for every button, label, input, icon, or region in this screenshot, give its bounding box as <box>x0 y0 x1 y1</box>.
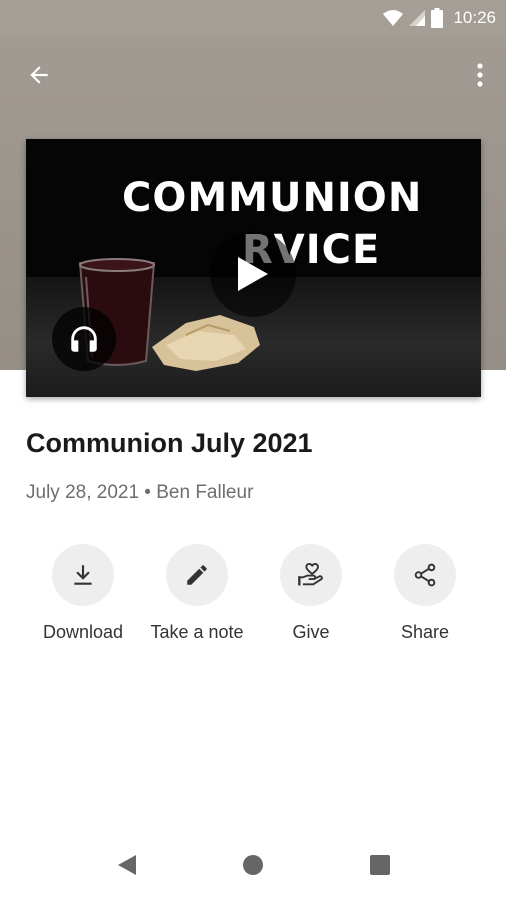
cellular-signal-icon <box>409 10 426 26</box>
artwork-title-line1: COMMUNION <box>122 175 423 221</box>
take-note-action[interactable]: Take a note <box>132 544 262 654</box>
sermon-date-speaker: July 28, 2021 • Ben Falleur <box>26 482 254 503</box>
take-note-button[interactable] <box>166 544 228 606</box>
download-icon <box>74 565 92 585</box>
nav-home-button[interactable] <box>238 850 268 880</box>
share-icon <box>414 563 436 587</box>
download-action[interactable]: Download <box>18 544 148 654</box>
status-bar: 10:26 <box>0 0 506 36</box>
battery-icon <box>431 8 444 28</box>
share-action[interactable]: Share <box>360 544 490 654</box>
wifi-icon <box>383 10 404 26</box>
nav-back-button[interactable] <box>112 850 142 880</box>
give-label: Give <box>292 622 330 642</box>
sermon-title: Communion July 2021 <box>26 428 313 458</box>
play-button[interactable] <box>210 231 296 317</box>
give-action[interactable]: Give <box>246 544 376 654</box>
pencil-icon <box>187 565 207 585</box>
listen-audio-button[interactable] <box>52 307 116 371</box>
nav-back-triangle-icon <box>118 855 136 875</box>
nav-recents-button[interactable] <box>365 850 395 880</box>
give-button[interactable] <box>280 544 342 606</box>
take-note-label: Take a note <box>150 622 244 642</box>
status-time: 10:26 <box>453 8 496 27</box>
download-label: Download <box>42 622 124 642</box>
status-icons: 10:26 <box>383 6 496 30</box>
back-button[interactable] <box>22 58 56 92</box>
nav-home-circle-icon <box>243 855 263 875</box>
nav-recents-square-icon <box>370 855 390 875</box>
sermon-artwork[interactable]: COMMUNION RVICE <box>26 139 481 397</box>
download-button[interactable] <box>52 544 114 606</box>
arrow-back-icon <box>30 66 48 84</box>
play-icon <box>238 257 268 291</box>
headphones-icon <box>71 326 97 352</box>
share-button[interactable] <box>394 544 456 606</box>
system-navigation-bar <box>0 830 506 900</box>
overflow-menu-button[interactable] <box>468 58 492 92</box>
share-label: Share <box>400 622 450 642</box>
give-hand-heart-icon <box>298 562 323 586</box>
more-vert-icon <box>477 63 483 87</box>
